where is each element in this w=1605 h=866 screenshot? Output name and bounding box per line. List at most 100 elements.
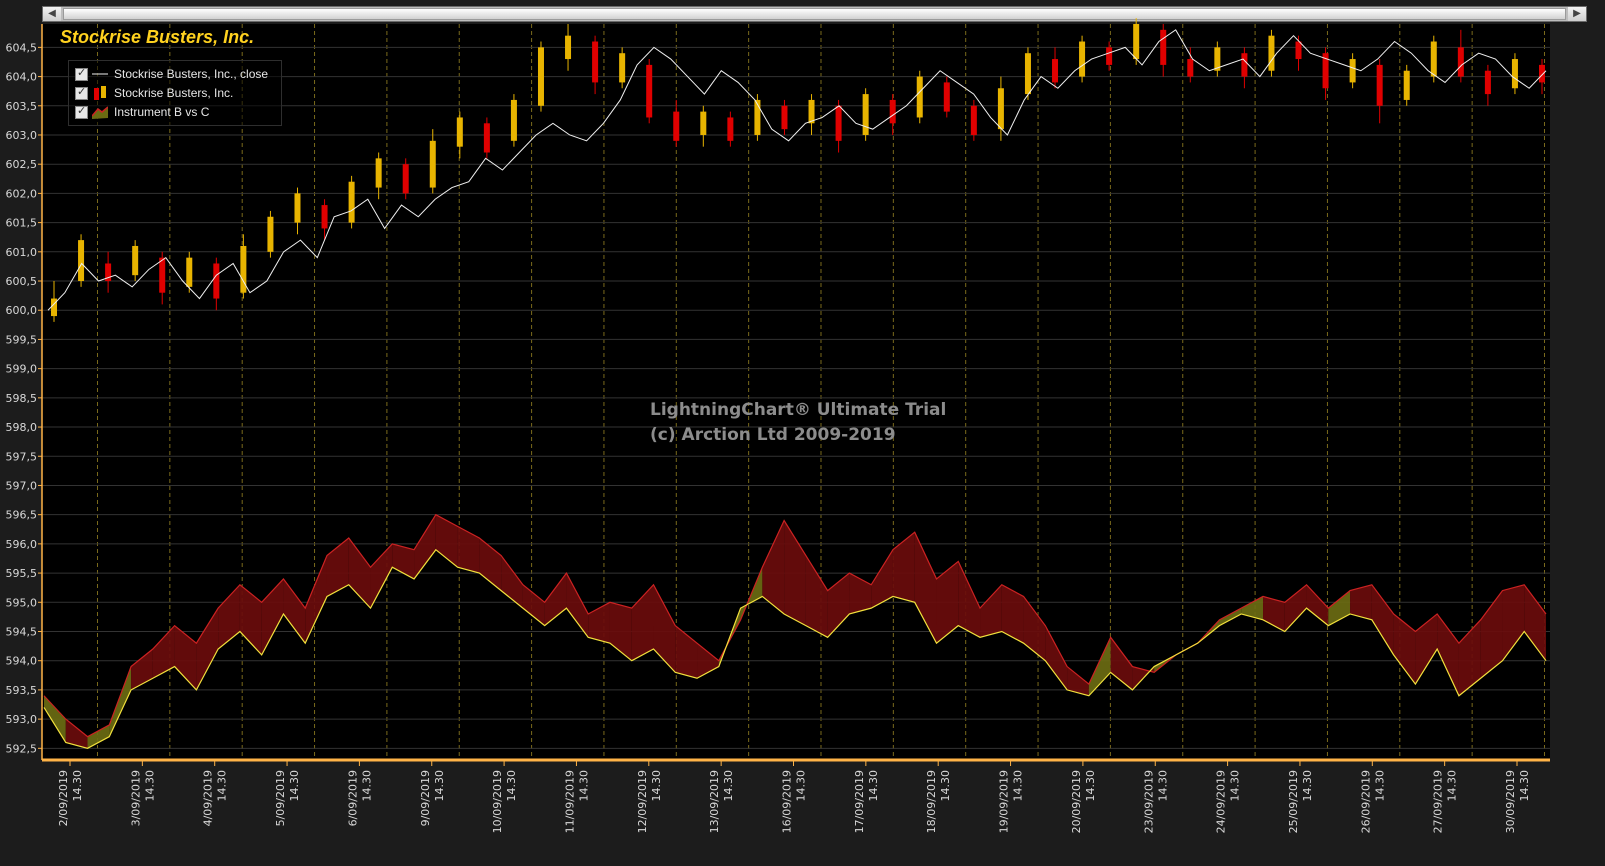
legend-entry-band[interactable]: Instrument B vs C bbox=[75, 103, 209, 121]
candle-body bbox=[429, 140, 436, 188]
line-icon bbox=[92, 73, 108, 75]
candle-body bbox=[835, 105, 842, 141]
y-tick-label: 604,5 bbox=[6, 41, 38, 54]
candle-body bbox=[943, 82, 950, 112]
x-tick-label-time: 14.30 bbox=[1084, 770, 1097, 802]
x-tick-label-date: 2/09/2019 bbox=[57, 770, 70, 826]
legend-entry-candles[interactable]: Stockrise Busters, Inc. bbox=[75, 84, 233, 102]
x-tick-label-date: 3/09/2019 bbox=[129, 770, 142, 826]
x-tick-label-time: 14.30 bbox=[505, 770, 518, 802]
x-tick-label-date: 12/09/2019 bbox=[636, 770, 649, 833]
candle-body bbox=[132, 245, 139, 276]
candle-body bbox=[1024, 53, 1031, 95]
checkbox-icon[interactable] bbox=[75, 85, 88, 100]
candle-body bbox=[375, 158, 382, 188]
y-tick-label: 602,5 bbox=[6, 158, 38, 171]
x-tick-label-date: 11/09/2019 bbox=[563, 770, 576, 833]
candle-body bbox=[1160, 29, 1167, 65]
x-tick-label-time: 14.30 bbox=[1373, 770, 1386, 802]
candle-body bbox=[565, 35, 572, 60]
candle-body bbox=[510, 99, 517, 141]
x-tick-label-date: 27/09/2019 bbox=[1432, 770, 1445, 833]
plot-area bbox=[42, 24, 1550, 760]
area-icon bbox=[92, 106, 108, 119]
x-tick-label-time: 14.30 bbox=[939, 770, 952, 802]
candle-body bbox=[592, 41, 599, 83]
y-tick-label: 604,0 bbox=[6, 71, 38, 84]
x-tick-label-date: 17/09/2019 bbox=[853, 770, 866, 833]
y-tick-label: 597,0 bbox=[6, 479, 38, 492]
candle-body bbox=[1268, 35, 1275, 71]
y-tick-label: 598,0 bbox=[6, 421, 38, 434]
candle-body bbox=[1539, 64, 1545, 83]
x-tick-label-date: 6/09/2019 bbox=[346, 770, 359, 826]
x-tick-label-time: 14.30 bbox=[288, 770, 301, 802]
candle-body bbox=[808, 99, 815, 124]
candle-body bbox=[267, 216, 274, 252]
x-tick-label-time: 14.30 bbox=[360, 770, 373, 802]
candle-body bbox=[781, 105, 788, 130]
x-tick-label-date: 25/09/2019 bbox=[1287, 770, 1300, 833]
candle-body bbox=[1457, 47, 1464, 77]
chart-window: ◀ ▶ 592,5 593,0 593,5 594,0 594,5 595,0 595,5 5… bbox=[0, 0, 1605, 866]
x-tick-label-date: 24/09/2019 bbox=[1215, 770, 1228, 833]
y-tick-label: 602,0 bbox=[6, 187, 38, 200]
candle-body bbox=[1430, 41, 1437, 77]
x-tick-label-date: 16/09/2019 bbox=[781, 770, 794, 833]
candle-body bbox=[1349, 59, 1356, 83]
x-tick-label-date: 18/09/2019 bbox=[925, 770, 938, 833]
candle-body bbox=[1484, 70, 1491, 95]
y-tick-label: 596,5 bbox=[6, 509, 38, 522]
checkbox-icon[interactable] bbox=[75, 66, 88, 81]
candle-body bbox=[1052, 59, 1059, 83]
y-tick-label: 594,5 bbox=[6, 625, 38, 638]
x-tick-label-date: 23/09/2019 bbox=[1142, 770, 1155, 833]
candle-body bbox=[673, 111, 680, 141]
legend-label-candles: Stockrise Busters, Inc. bbox=[114, 86, 234, 100]
candle-body bbox=[402, 164, 409, 194]
candle-body bbox=[1241, 53, 1248, 77]
watermark: LightningChart® Ultimate Trial (c) Arcti… bbox=[650, 398, 946, 448]
watermark-line-2: (c) Arction Ltd 2009-2019 bbox=[650, 425, 896, 445]
legend-entry-close[interactable]: Stockrise Busters, Inc., close bbox=[75, 65, 268, 83]
x-tick-label-date: 13/09/2019 bbox=[708, 770, 721, 833]
x-tick-label-time: 14.30 bbox=[650, 770, 663, 802]
candle-body bbox=[1106, 47, 1113, 65]
candle-body bbox=[1376, 64, 1383, 106]
candle-body bbox=[483, 123, 490, 153]
x-tick-label-time: 14.30 bbox=[1446, 770, 1459, 802]
candle-body bbox=[186, 257, 193, 287]
x-tick-label-date: 19/09/2019 bbox=[998, 770, 1011, 833]
candle-body bbox=[1187, 59, 1194, 77]
x-tick-label-time: 14.30 bbox=[795, 770, 808, 802]
candle-body bbox=[78, 240, 85, 282]
y-tick-label: 599,5 bbox=[6, 333, 38, 346]
legend-label-band: Instrument B vs C bbox=[114, 105, 210, 119]
candle-body bbox=[213, 263, 220, 299]
candle-body bbox=[1511, 59, 1518, 89]
x-tick-label-date: 26/09/2019 bbox=[1359, 770, 1372, 833]
x-tick-label-time: 14.30 bbox=[1156, 770, 1169, 802]
y-tick-label: 600,5 bbox=[6, 275, 38, 288]
legend-label-close: Stockrise Busters, Inc., close bbox=[114, 67, 269, 81]
x-tick-label-time: 14.30 bbox=[71, 770, 84, 802]
x-tick-label-date: 4/09/2019 bbox=[202, 770, 215, 826]
y-tick-label: 595,5 bbox=[6, 567, 38, 580]
candle-body bbox=[862, 94, 869, 135]
candle-body bbox=[1133, 24, 1140, 60]
candle-body bbox=[159, 257, 166, 293]
y-tick-label: 593,0 bbox=[6, 713, 38, 726]
y-tick-label: 595,0 bbox=[6, 596, 38, 609]
candle-body bbox=[619, 53, 626, 83]
candle-body bbox=[321, 205, 328, 229]
candle-body bbox=[889, 99, 896, 124]
candle-body bbox=[727, 117, 734, 141]
x-tick-label-date: 30/09/2019 bbox=[1504, 770, 1517, 833]
candlestick-icon bbox=[94, 86, 106, 100]
y-tick-label: 594,0 bbox=[6, 655, 38, 668]
x-tick-label-time: 14.30 bbox=[867, 770, 880, 802]
x-tick-label-time: 14.30 bbox=[143, 770, 156, 802]
checkbox-icon[interactable] bbox=[75, 104, 88, 119]
x-tick-label-time: 14.30 bbox=[1012, 770, 1025, 802]
candle-body bbox=[997, 88, 1004, 130]
